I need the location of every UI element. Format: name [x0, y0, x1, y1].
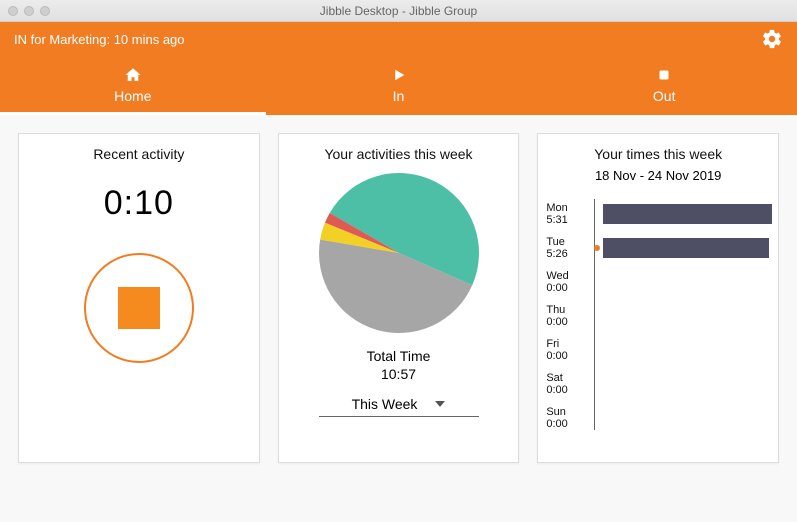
day-row: Fri0:00	[546, 333, 772, 367]
time-bar	[603, 204, 772, 224]
tab-in[interactable]: In	[266, 56, 532, 115]
status-text: IN for Marketing: 10 mins ago	[14, 32, 185, 47]
window-title: Jibble Desktop - Jibble Group	[0, 4, 797, 18]
recent-activity-title: Recent activity	[19, 146, 259, 162]
day-label: Thu0:00	[546, 304, 594, 328]
tab-bar: Home In Out	[0, 56, 797, 115]
tab-out-label: Out	[531, 88, 797, 104]
activities-title: Your activities this week	[279, 146, 519, 162]
bar-area	[603, 408, 772, 428]
gear-icon	[761, 28, 783, 50]
chevron-down-icon	[435, 399, 445, 409]
day-label: Fri0:00	[546, 338, 594, 362]
day-row: Sun0:00	[546, 401, 772, 435]
day-row: Sat0:00	[546, 367, 772, 401]
bar-area	[603, 374, 772, 394]
day-row: Wed0:00	[546, 265, 772, 299]
tab-home-label: Home	[0, 88, 266, 104]
bar-area	[603, 238, 772, 258]
stop-icon	[531, 66, 797, 84]
total-time-label: Total Time	[279, 348, 519, 364]
settings-button[interactable]	[761, 28, 783, 50]
card-times: Your times this week 18 Nov - 24 Nov 201…	[537, 133, 779, 463]
total-time-value: 10:57	[279, 366, 519, 382]
content-area: Recent activity 0:10 Your activities thi…	[0, 115, 797, 481]
tab-in-label: In	[266, 88, 532, 104]
day-label: Sat0:00	[546, 372, 594, 396]
day-label: Tue5:26	[546, 236, 594, 260]
tab-home[interactable]: Home	[0, 56, 266, 115]
day-label: Mon5:31	[546, 202, 594, 226]
bar-area	[603, 272, 772, 292]
card-activities: Your activities this week Total Time 10:…	[278, 133, 520, 463]
bar-area	[603, 306, 772, 326]
period-selector-label: This Week	[352, 396, 418, 412]
day-label: Wed0:00	[546, 270, 594, 294]
home-icon	[0, 66, 266, 84]
bar-area	[603, 204, 772, 224]
card-recent-activity: Recent activity 0:10	[18, 133, 260, 463]
play-icon	[266, 66, 532, 84]
period-selector[interactable]: This Week	[319, 392, 479, 417]
elapsed-time: 0:10	[19, 184, 259, 223]
day-label: Sun0:00	[546, 406, 594, 430]
clock-out-button[interactable]	[84, 253, 194, 363]
times-title: Your times this week	[538, 146, 778, 162]
titlebar: Jibble Desktop - Jibble Group	[0, 0, 797, 22]
day-row: Tue5:26	[546, 231, 772, 265]
tab-out[interactable]: Out	[531, 56, 797, 115]
time-bar	[603, 238, 769, 258]
status-bar: IN for Marketing: 10 mins ago	[0, 22, 797, 56]
bar-area	[603, 340, 772, 360]
current-day-marker	[594, 245, 600, 251]
activities-pie-chart	[314, 168, 484, 338]
stop-square-icon	[118, 287, 160, 329]
day-row: Mon5:31	[546, 197, 772, 231]
day-row: Thu0:00	[546, 299, 772, 333]
times-chart: Mon5:31 Tue5:26 Wed0:00 Thu0:00 Fri0:00 Sat0:…	[538, 191, 778, 435]
times-range: 18 Nov - 24 Nov 2019	[538, 168, 778, 183]
